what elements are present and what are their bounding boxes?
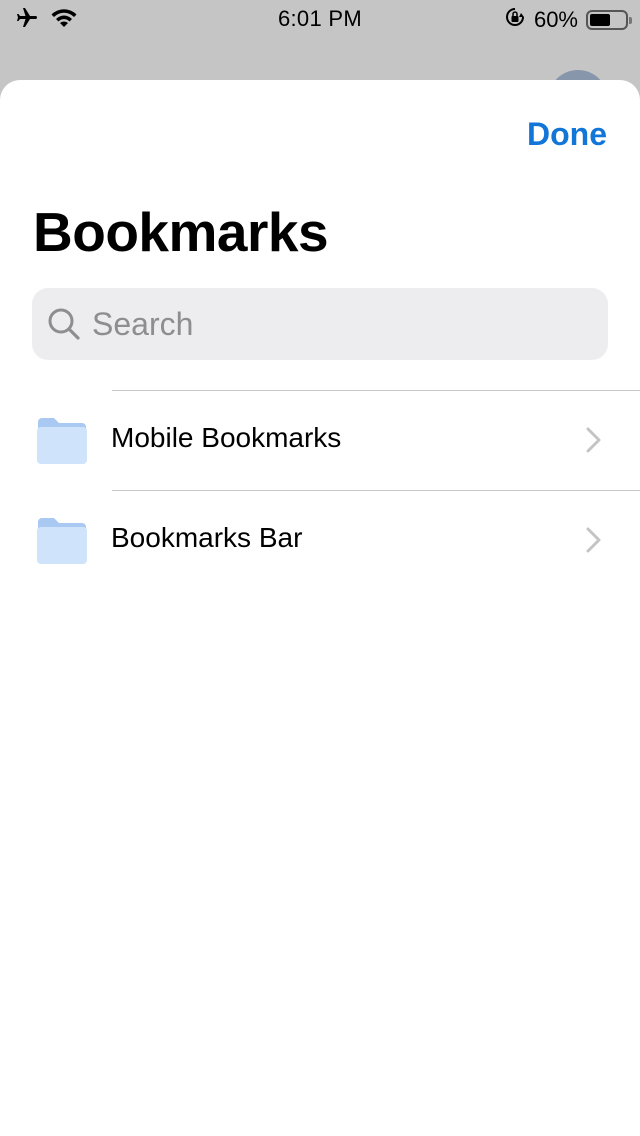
orientation-lock-icon [504, 6, 526, 34]
list-item-label: Mobile Bookmarks [111, 422, 342, 453]
search-input[interactable]: Search [32, 288, 608, 360]
row-divider [112, 390, 640, 391]
chevron-right-icon [584, 526, 604, 554]
bookmark-folder-list: Mobile Bookmarks Bookmarks Bar [0, 390, 640, 590]
row-divider [112, 490, 640, 491]
bookmarks-sheet: Done Bookmarks Search Mobile Bookmarks B… [0, 80, 640, 1136]
done-button[interactable]: Done [527, 116, 607, 153]
battery-icon [586, 10, 632, 30]
list-item-mobile-bookmarks[interactable]: Mobile Bookmarks [0, 390, 640, 490]
list-item-label: Bookmarks Bar [111, 522, 303, 553]
status-right: 60% [504, 6, 632, 34]
chevron-right-icon [584, 426, 604, 454]
list-item-bookmarks-bar[interactable]: Bookmarks Bar [0, 490, 640, 590]
battery-fill [590, 14, 611, 26]
status-bar: 6:01 PM 60% [0, 0, 640, 40]
folder-icon [36, 416, 88, 464]
search-placeholder: Search [92, 305, 194, 342]
folder-icon [36, 516, 88, 564]
page-title: Bookmarks [33, 201, 329, 263]
search-icon [46, 306, 82, 342]
battery-percent: 60% [533, 7, 578, 32]
